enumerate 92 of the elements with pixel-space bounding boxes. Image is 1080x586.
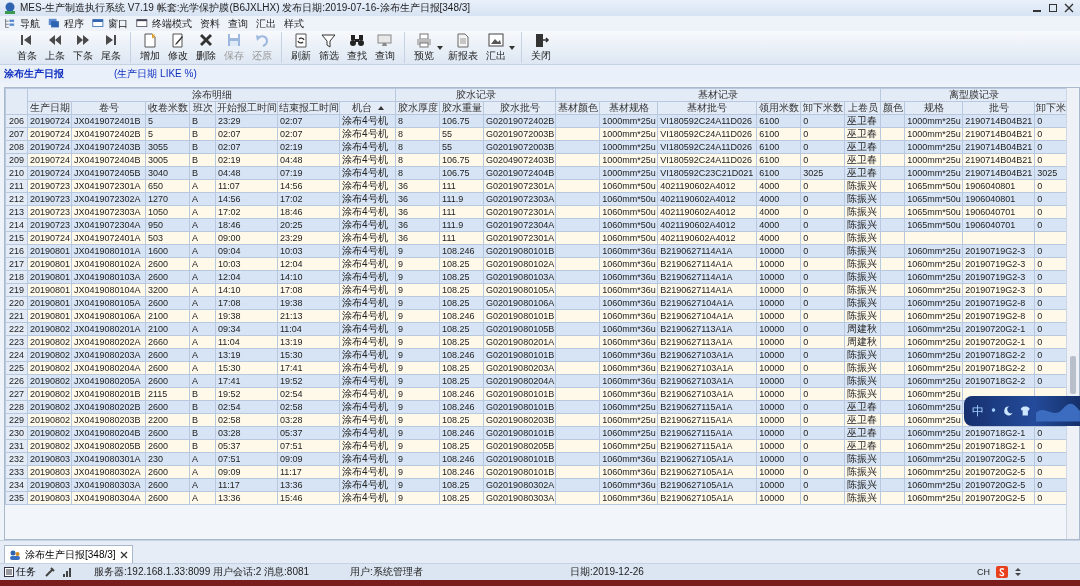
column-header[interactable]: 开始报工时间 (216, 102, 277, 114)
scrollbar[interactable] (1066, 88, 1079, 539)
menu-item[interactable]: 程序 (48, 16, 84, 31)
column-header[interactable]: 胶水厚度 (397, 102, 438, 114)
toolbar-button[interactable]: 首条 (14, 32, 40, 63)
window-title: MES-生产制造执行系统 V7.19 帐套:光学保护膜(B6JXLHX) 发布日期:2019-07-16-涂布生产日报[348/3] (20, 1, 472, 15)
row-number: 222 (5, 322, 28, 336)
window-icon (136, 17, 150, 30)
menu-item[interactable]: 窗口 (92, 16, 128, 31)
ime-toolbar[interactable]: 中 (964, 396, 1080, 426)
toolbar-button[interactable]: 增加 (137, 32, 163, 63)
toolbar-button[interactable]: 预览 (411, 32, 437, 63)
menu-item[interactable]: 资料 (200, 16, 220, 31)
spinner-icon[interactable] (1014, 566, 1022, 578)
row-number: 212 (5, 192, 28, 206)
row-number: 224 (5, 348, 28, 362)
toolbar-button[interactable]: 下条 (70, 32, 96, 63)
undo-icon (253, 32, 271, 48)
row-number: 230 (5, 426, 28, 440)
date-status: 日期:2019-12-26 (570, 565, 645, 579)
shirt-icon[interactable] (1019, 405, 1031, 417)
input-language[interactable]: CH (977, 567, 990, 577)
sort-icon[interactable] (377, 106, 384, 110)
signal-icon (62, 566, 74, 578)
close-icon[interactable] (119, 550, 128, 559)
column-header[interactable]: 生产日期 (29, 102, 70, 114)
row-number: 226 (5, 374, 28, 388)
report-title: 涂布生产日报 (4, 67, 64, 81)
menu-item[interactable]: 样式 (284, 16, 304, 31)
menu-item[interactable]: 查询 (228, 16, 248, 31)
ime-mode-label[interactable]: 中 (972, 402, 984, 420)
row-number: 218 (5, 270, 28, 284)
row-number: 214 (5, 218, 28, 232)
column-header[interactable]: 卸下米数 (802, 102, 843, 114)
caret-icon[interactable] (509, 45, 515, 50)
row-number: 220 (5, 296, 28, 310)
column-header[interactable]: 基材颜色 (557, 102, 598, 114)
printer-icon (415, 32, 433, 48)
moon-icon[interactable] (1003, 405, 1014, 417)
row-number: 232 (5, 452, 28, 466)
row-number: 228 (5, 400, 28, 414)
menu-item[interactable]: 导航 (4, 16, 40, 31)
close-icon[interactable] (1062, 2, 1076, 14)
column-header[interactable]: 胶水重量 (441, 102, 482, 114)
save-icon (225, 32, 243, 48)
menu-item[interactable]: 终端模式 (136, 16, 192, 31)
monitor-icon (376, 32, 394, 48)
document-tab[interactable]: 涂布生产日报[348/3] (4, 545, 133, 563)
toolbar-button[interactable]: 查询 (372, 32, 398, 63)
toolbar-button[interactable]: 修改 (165, 32, 191, 63)
refresh-icon (292, 32, 310, 48)
toolbar-button[interactable]: 新报表 (445, 32, 481, 63)
column-header[interactable]: 收卷米数 (147, 102, 188, 114)
column-group-header: 胶水记录 (395, 88, 556, 102)
column-header[interactable]: 领用米数 (758, 102, 799, 114)
user-status: 用户:系统管理者 (350, 565, 424, 579)
app-icon (4, 2, 16, 14)
column-header[interactable]: 结束报工时间 (278, 102, 339, 114)
column-group-header: 离型膜记录 (880, 88, 1066, 102)
toolbar-button[interactable]: 筛选 (316, 32, 342, 63)
task-button[interactable]: 任务 (2, 565, 38, 579)
column-group-header: 涂布明细 (27, 88, 396, 102)
people-icon (9, 548, 21, 561)
image-icon (487, 32, 505, 48)
filter-text: (生产日期 LIKE %) (114, 67, 197, 81)
maximize-icon[interactable] (1046, 2, 1060, 14)
toolbar-button[interactable]: 刷新 (288, 32, 314, 63)
toolbar-button[interactable]: 查找 (344, 32, 370, 63)
input-method-icon[interactable] (996, 566, 1008, 578)
scrollbar-thumb[interactable] (1070, 356, 1076, 394)
caret-icon[interactable] (437, 45, 443, 50)
window-icon (92, 17, 106, 30)
windows-icon (48, 17, 62, 30)
row-number: 210 (5, 166, 28, 180)
column-header[interactable]: 颜色 (882, 102, 903, 114)
binoculars-icon (348, 32, 366, 48)
toolbar-button[interactable]: 关闭 (528, 32, 554, 63)
document-icon (454, 32, 472, 48)
toolbar-button[interactable]: 上条 (42, 32, 68, 63)
toolbar-button[interactable]: 尾条 (98, 32, 124, 63)
row-number: 234 (5, 478, 28, 492)
column-header[interactable]: 卸下米 (1035, 102, 1066, 114)
menu-item[interactable]: 汇出 (256, 16, 276, 31)
toolbar-button[interactable]: 汇出 (483, 32, 509, 63)
toolbar-button[interactable]: 删除 (193, 32, 219, 63)
tools-icon[interactable] (44, 566, 56, 578)
document-icon (141, 32, 159, 48)
row-number: 206 (5, 114, 28, 128)
row-number: 216 (5, 244, 28, 258)
row-number: 208 (5, 140, 28, 154)
server-status: 服务器:192.168.1.33:8099 用户会话:2 消息:8081 (94, 565, 311, 579)
column-group-header: 基材记录 (555, 88, 881, 102)
